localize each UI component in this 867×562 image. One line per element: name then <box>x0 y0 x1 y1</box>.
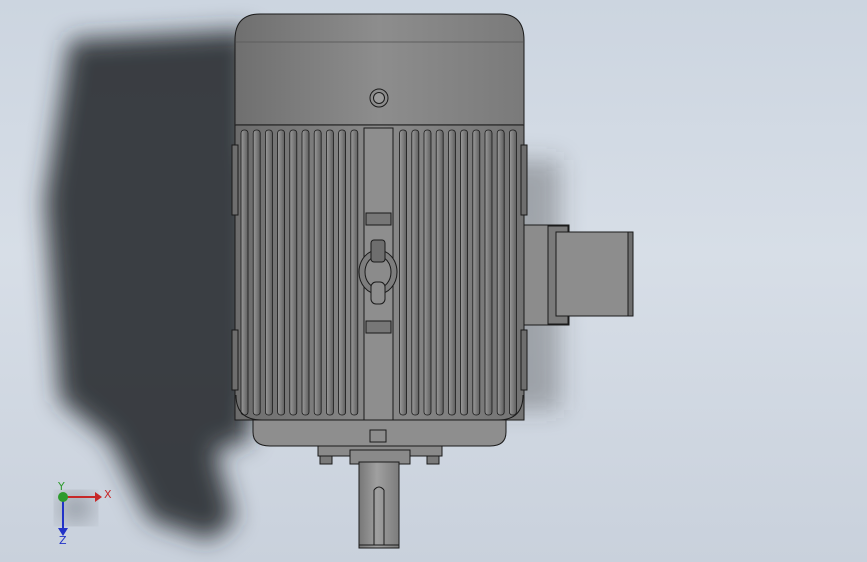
y-axis-label: Y <box>57 480 65 493</box>
cooling-fin <box>447 129 456 416</box>
cooling-fin <box>496 129 505 416</box>
cooling-fin <box>411 129 420 416</box>
x-axis-label: X <box>104 488 112 501</box>
cooling-fin <box>508 129 517 416</box>
cooling-fin <box>325 129 334 416</box>
cooling-fin <box>252 129 261 416</box>
cooling-fin <box>264 129 273 416</box>
junction-box[interactable] <box>508 224 634 326</box>
cooling-fin <box>301 129 310 416</box>
drive-end-shield[interactable] <box>252 419 507 465</box>
y-axis-dot <box>58 492 68 502</box>
cooling-fin <box>240 129 249 416</box>
cooling-fin <box>460 129 469 416</box>
cooling-fin <box>472 129 481 416</box>
motor-body[interactable] <box>231 124 528 431</box>
3d-viewport[interactable]: X Y Z <box>0 0 867 562</box>
fan-cover[interactable] <box>234 13 525 126</box>
cooling-fin <box>423 129 432 416</box>
cooling-fin <box>484 129 493 416</box>
x-axis-arrowhead <box>95 492 102 502</box>
cooling-fin <box>435 129 444 416</box>
cooling-fin <box>277 129 286 416</box>
cooling-fin <box>399 129 408 416</box>
motor-shaft[interactable] <box>358 461 400 549</box>
orientation-triad[interactable]: X Y Z <box>57 480 112 547</box>
z-axis-label: Z <box>59 534 67 547</box>
cooling-fin <box>350 129 359 416</box>
cooling-fin <box>289 129 298 416</box>
cooling-fin <box>313 129 322 416</box>
model-view[interactable]: X Y Z <box>0 0 867 562</box>
cooling-fin <box>338 129 347 416</box>
